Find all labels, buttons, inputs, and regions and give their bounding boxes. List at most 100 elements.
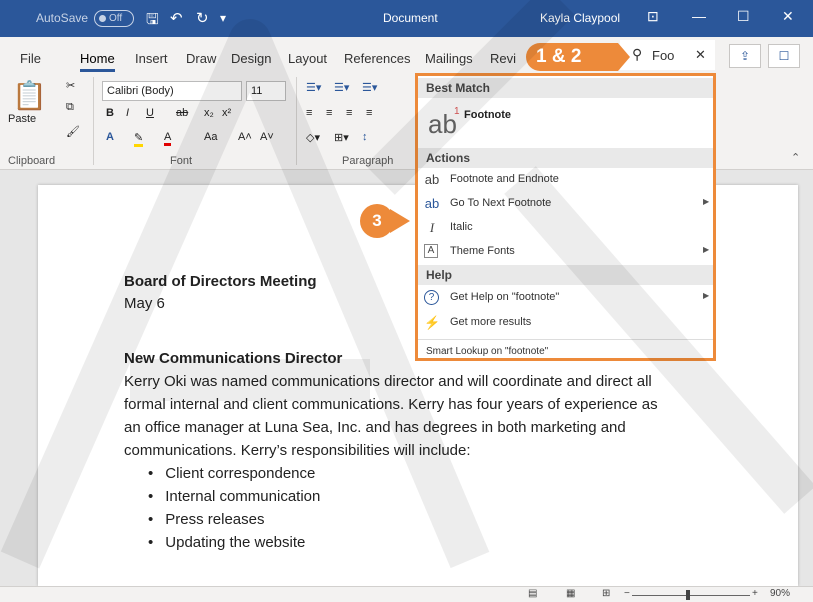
doc-paragraph-line: formal internal and client communication… bbox=[124, 396, 658, 413]
best-match-label: Footnote bbox=[464, 109, 512, 121]
zoom-in-icon[interactable]: + bbox=[752, 588, 758, 599]
italic-icon[interactable]: I bbox=[126, 107, 129, 119]
list-item: Press releases bbox=[148, 508, 320, 531]
title-bar: AutoSave Off 🖫 ↶ ↻ ▾ Document Kayla Clay… bbox=[0, 0, 813, 37]
strikethrough-icon[interactable]: ab bbox=[176, 107, 188, 119]
underline-icon[interactable]: U bbox=[146, 107, 154, 119]
doc-paragraph-line: an office manager at Luna Sea, Inc. and … bbox=[124, 419, 626, 436]
font-size-box[interactable]: 11 bbox=[246, 81, 286, 101]
minimize-icon[interactable]: — bbox=[692, 8, 706, 24]
read-mode-icon[interactable]: ▤ bbox=[528, 588, 537, 599]
tell-me-search[interactable]: ⚲ Foo ✕ bbox=[620, 40, 715, 70]
help-label: Get more results bbox=[450, 316, 532, 328]
submenu-arrow-icon: ▶ bbox=[703, 197, 710, 206]
footnote-superscript: 1 bbox=[454, 106, 460, 117]
action-italic[interactable]: I Italic bbox=[418, 216, 713, 239]
best-match-header: Best Match bbox=[418, 78, 713, 98]
tab-insert[interactable]: Insert bbox=[135, 51, 168, 66]
change-case-icon[interactable]: Aa bbox=[204, 131, 217, 143]
submenu-arrow-icon: ▶ bbox=[703, 245, 710, 254]
help-icon: ? bbox=[424, 290, 439, 305]
font-name-value: Calibri (Body) bbox=[107, 85, 174, 97]
tab-home[interactable]: Home bbox=[80, 51, 115, 72]
tab-layout[interactable]: Layout bbox=[288, 51, 327, 66]
help-get-help[interactable]: ? Get Help on "footnote" ▶ bbox=[418, 286, 713, 309]
shading-icon[interactable]: ◇▾ bbox=[306, 131, 320, 144]
user-name[interactable]: Kayla Claypool bbox=[540, 11, 620, 25]
next-footnote-icon: ab bbox=[424, 196, 440, 211]
save-icon[interactable]: 🖫 bbox=[146, 9, 159, 34]
font-color-icon[interactable]: A bbox=[164, 131, 172, 146]
group-clipboard: Clipboard bbox=[8, 155, 56, 167]
tab-design[interactable]: Design bbox=[231, 51, 271, 66]
action-label: Theme Fonts bbox=[450, 245, 515, 257]
share-button[interactable]: ⇪ bbox=[729, 44, 761, 68]
redo-icon[interactable]: ↻ bbox=[196, 9, 209, 27]
sort-icon[interactable]: ↕ bbox=[362, 131, 368, 143]
subscript-icon[interactable]: x₂ bbox=[204, 107, 214, 119]
document-title: Document bbox=[383, 11, 438, 25]
multilevel-list-icon[interactable]: ☰▾ bbox=[362, 81, 377, 94]
autosave-toggle[interactable]: Off bbox=[94, 10, 134, 27]
align-center-icon[interactable]: ≡ bbox=[326, 107, 332, 119]
text-effects-icon[interactable]: A bbox=[106, 131, 114, 143]
help-label: Get Help on "footnote" bbox=[450, 291, 560, 303]
paste-icon[interactable]: 📋 bbox=[12, 79, 47, 112]
font-size-value: 11 bbox=[251, 85, 263, 97]
actions-header: Actions bbox=[418, 148, 713, 168]
align-left-icon[interactable]: ≡ bbox=[306, 107, 312, 119]
cut-icon[interactable]: ✂ bbox=[66, 79, 75, 92]
web-layout-icon[interactable]: ⊞ bbox=[602, 588, 610, 599]
tab-mailings[interactable]: Mailings bbox=[425, 51, 473, 66]
zoom-out-icon[interactable]: − bbox=[624, 588, 630, 599]
doc-date: May 6 bbox=[124, 295, 165, 312]
close-icon[interactable]: ✕ bbox=[782, 8, 794, 25]
customize-qat-icon[interactable]: ▾ bbox=[220, 11, 226, 25]
undo-icon[interactable]: ↶ bbox=[170, 9, 183, 27]
align-right-icon[interactable]: ≡ bbox=[346, 107, 352, 119]
superscript-icon[interactable]: x² bbox=[222, 107, 231, 119]
bold-icon[interactable]: B bbox=[106, 107, 114, 119]
ribbon-display-icon[interactable]: ⊡ bbox=[647, 8, 659, 25]
autosave-label: AutoSave bbox=[36, 11, 89, 25]
tab-file[interactable]: File bbox=[20, 51, 41, 66]
zoom-level[interactable]: 90% bbox=[770, 588, 790, 599]
paste-label[interactable]: Paste bbox=[8, 113, 36, 125]
help-more-results[interactable]: ⚡ Get more results bbox=[418, 311, 713, 334]
search-input[interactable]: Foo bbox=[652, 48, 674, 63]
tab-review[interactable]: Revi bbox=[490, 51, 516, 66]
maximize-icon[interactable]: ☐ bbox=[737, 8, 750, 25]
help-header: Help bbox=[418, 265, 713, 285]
print-layout-icon[interactable]: ▦ bbox=[566, 588, 575, 599]
tab-draw[interactable]: Draw bbox=[186, 51, 216, 66]
zoom-slider-thumb[interactable] bbox=[686, 590, 690, 600]
action-theme-fonts[interactable]: A Theme Fonts ▶ bbox=[418, 240, 713, 263]
copy-icon[interactable]: ⧉ bbox=[66, 101, 74, 114]
group-font: Font bbox=[170, 155, 193, 167]
separator bbox=[93, 77, 94, 165]
bullet-list: Client correspondence Internal communica… bbox=[148, 462, 320, 554]
action-footnote-endnote[interactable]: ab Footnote and Endnote bbox=[418, 168, 713, 191]
submenu-arrow-icon: ▶ bbox=[703, 291, 710, 300]
highlight-icon[interactable]: ✎ bbox=[134, 131, 144, 147]
list-item: Internal communication bbox=[148, 485, 320, 508]
bullets-icon[interactable]: ☰▾ bbox=[306, 81, 321, 94]
grow-font-icon[interactable]: A˄ bbox=[238, 131, 252, 143]
collapse-ribbon-icon[interactable]: ⌃ bbox=[791, 151, 800, 164]
zoom-slider[interactable] bbox=[632, 595, 750, 596]
autosave-state: Off bbox=[109, 13, 123, 24]
format-painter-icon[interactable]: 🖌 bbox=[66, 125, 80, 138]
comments-button[interactable]: ☐ bbox=[768, 44, 800, 68]
tab-references[interactable]: References bbox=[344, 51, 410, 66]
numbering-icon[interactable]: ☰▾ bbox=[334, 81, 349, 94]
justify-icon[interactable]: ≡ bbox=[366, 107, 372, 119]
lightning-icon: ⚡ bbox=[424, 315, 441, 330]
action-next-footnote[interactable]: ab Go To Next Footnote ▶ bbox=[418, 192, 713, 215]
borders-icon[interactable]: ⊞▾ bbox=[334, 131, 349, 144]
status-bar: ▤ ▦ ⊞ − + 90% bbox=[0, 586, 813, 602]
shrink-font-icon[interactable]: A˅ bbox=[260, 131, 274, 143]
clear-search-icon[interactable]: ✕ bbox=[695, 47, 706, 63]
font-name-box[interactable]: Calibri (Body) bbox=[102, 81, 242, 101]
italic-icon: I bbox=[429, 220, 435, 235]
smart-lookup-item[interactable]: Smart Lookup on "footnote" bbox=[418, 339, 713, 361]
